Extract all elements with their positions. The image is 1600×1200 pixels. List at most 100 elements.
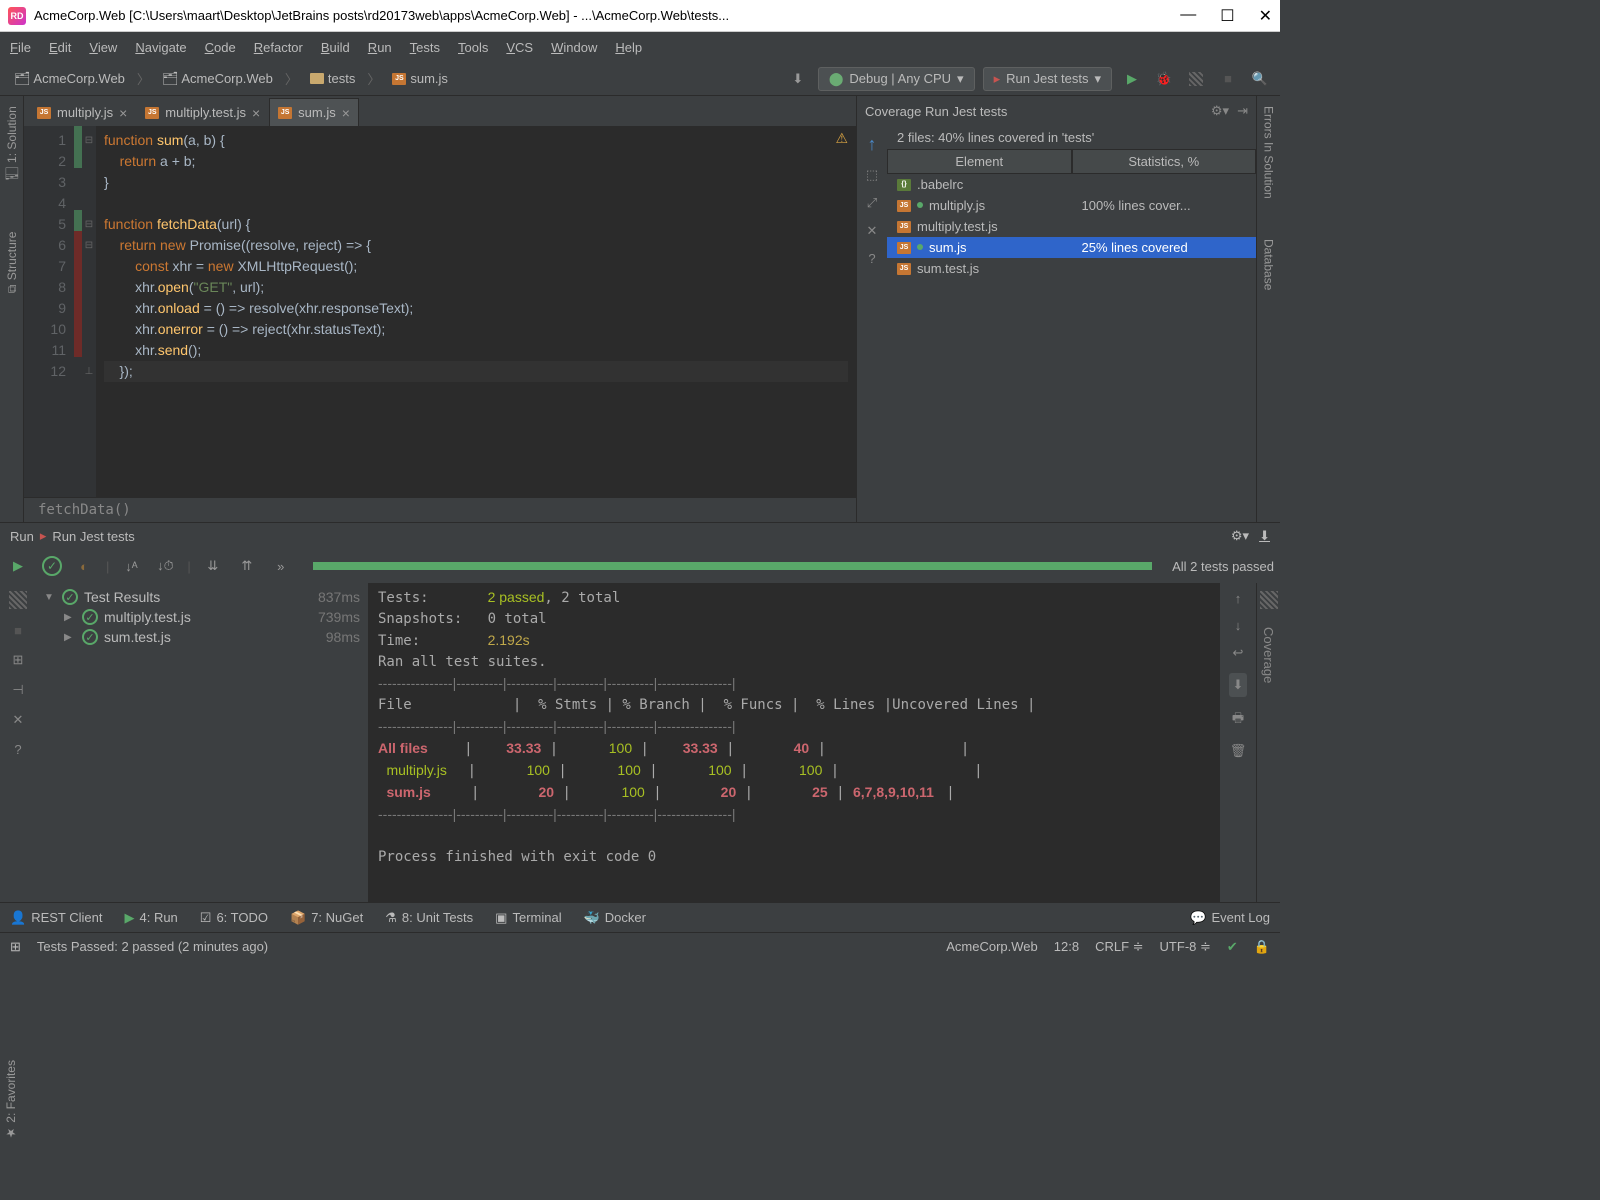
sidebar-tab-structure[interactable]: ⧉ Structure — [5, 232, 19, 293]
bottom-tab-docker[interactable]: 🐳 Docker — [584, 910, 646, 926]
menu-tools[interactable]: Tools — [458, 40, 488, 55]
pin-icon[interactable]: ⊣ — [12, 682, 23, 698]
bottom-tab-nuget[interactable]: 📦 7: NuGet — [290, 910, 363, 926]
test-tree[interactable]: ▼✓Test Results837ms▶✓multiply.test.js739… — [36, 583, 368, 902]
breadcrumb-hint[interactable]: fetchData() — [24, 497, 856, 522]
breadcrumb-item[interactable]: tests — [304, 69, 361, 88]
menu-navigate[interactable]: Navigate — [135, 40, 186, 55]
test-tree-item[interactable]: ▶✓sum.test.js98ms — [40, 627, 364, 647]
trash-icon[interactable]: 🗑 — [1230, 743, 1247, 759]
close-tab-icon[interactable]: × — [119, 105, 127, 121]
sort-alpha-icon[interactable]: ↓ᴬ — [119, 554, 143, 578]
debug-icon[interactable]: 🐞 — [1152, 67, 1176, 91]
status-icon[interactable]: ⊞ — [10, 939, 21, 955]
close-icon[interactable]: ✕ — [1259, 6, 1272, 26]
close-panel-icon[interactable]: ✕ — [867, 223, 878, 239]
rerun-icon[interactable]: ▶ — [6, 554, 30, 578]
menu-help[interactable]: Help — [615, 40, 642, 55]
sort-duration-icon[interactable]: ↓⏱ — [153, 554, 177, 578]
status-project[interactable]: AcmeCorp.Web — [946, 939, 1038, 954]
stop-icon[interactable]: ■ — [1216, 67, 1240, 91]
bottom-tab-run[interactable]: ▶ 4: Run — [124, 910, 177, 926]
editor-tab[interactable]: JSsum.js× — [269, 98, 359, 126]
show-ignored-icon[interactable]: ◐ — [72, 554, 96, 578]
bottom-tab-todo[interactable]: ☑ 6: TODO — [200, 910, 268, 926]
up-arrow-icon[interactable]: ↑ — [868, 134, 877, 155]
coverage-row[interactable]: JS sum.test.js — [887, 258, 1256, 279]
menu-vcs[interactable]: VCS — [506, 40, 533, 55]
editor-tab[interactable]: JSmultiply.js× — [28, 98, 136, 126]
menu-code[interactable]: Code — [205, 40, 236, 55]
coverage-run-icon[interactable] — [1184, 67, 1208, 91]
scroll-to-end-icon[interactable]: ⬇ — [1229, 673, 1248, 697]
flatten-icon[interactable]: ⬚ — [866, 167, 878, 183]
sidebar-tab-solution[interactable]: 🗂 1: Solution — [5, 106, 19, 182]
code-content[interactable]: function sum(a, b) { return a + b;}funct… — [96, 126, 856, 497]
collapse-all-icon[interactable]: ⇈ — [235, 554, 259, 578]
help-icon[interactable]: ? — [868, 251, 875, 266]
menu-file[interactable]: File — [10, 40, 31, 55]
event-log-button[interactable]: 💬 Event Log — [1190, 910, 1270, 926]
gear-icon[interactable]: ⚙▾ — [1231, 528, 1249, 544]
run-config-dropdown[interactable]: ▸ Run Jest tests ▾ — [983, 67, 1112, 91]
expand-all-icon[interactable]: ⇊ — [201, 554, 225, 578]
editor-tab[interactable]: JSmultiply.test.js× — [136, 98, 269, 126]
coverage-row[interactable]: JS multiply.js100% lines cover... — [887, 195, 1256, 216]
menu-run[interactable]: Run — [368, 40, 392, 55]
more-icon[interactable]: » — [269, 554, 293, 578]
test-tree-item[interactable]: ▼✓Test Results837ms — [40, 587, 364, 607]
bottom-tab-unittests[interactable]: ⚗ 8: Unit Tests — [385, 910, 473, 926]
down-icon[interactable]: ↓ — [1235, 618, 1242, 633]
download-icon[interactable]: ⬇ — [1259, 528, 1270, 544]
warning-icon[interactable]: ⚠ — [835, 130, 848, 147]
coverage-row[interactable]: {} .babelrc — [887, 174, 1256, 195]
sidebar-tab-coverage[interactable]: Coverage — [1261, 627, 1276, 683]
bottom-tab-terminal[interactable]: ▣ Terminal — [495, 910, 561, 926]
print-icon[interactable]: 🖶 — [1232, 709, 1244, 731]
sidebar-tab-favorites[interactable]: ★ 2: Favorites — [4, 1060, 18, 1140]
status-encoding[interactable]: UTF-8 ≑ — [1160, 939, 1211, 955]
stop-icon[interactable]: ■ — [14, 623, 22, 638]
breadcrumb-item[interactable]: 🗂 AcmeCorp.Web — [156, 69, 279, 89]
show-passed-icon[interactable]: ✓ — [42, 556, 62, 576]
coverage-row[interactable]: JS multiply.test.js — [887, 216, 1256, 237]
build-config-dropdown[interactable]: ⬤ Debug | Any CPU ▾ — [818, 67, 975, 91]
col-statistics[interactable]: Statistics, % — [1072, 149, 1257, 174]
breadcrumb-item[interactable]: JS sum.js — [386, 69, 454, 88]
maximize-icon[interactable]: ☐ — [1220, 6, 1234, 26]
breadcrumb-item[interactable]: 🗂 AcmeCorp.Web — [8, 69, 131, 89]
lock-icon[interactable]: 🔒 — [1254, 939, 1270, 955]
up-icon[interactable]: ↑ — [1235, 591, 1242, 606]
layout-icon[interactable]: ⊞ — [13, 652, 24, 668]
close-tab-icon[interactable]: × — [252, 105, 260, 121]
inspection-icon[interactable]: ✔ — [1227, 939, 1238, 955]
coverage-icon[interactable] — [9, 591, 27, 609]
status-eol[interactable]: CRLF ≑ — [1095, 939, 1143, 955]
search-icon[interactable]: 🔍 — [1248, 67, 1272, 91]
test-tree-item[interactable]: ▶✓multiply.test.js739ms — [40, 607, 364, 627]
menu-refactor[interactable]: Refactor — [254, 40, 303, 55]
sidebar-tab-database[interactable]: Database — [1262, 239, 1276, 290]
menu-tests[interactable]: Tests — [410, 40, 440, 55]
close-icon[interactable]: ✕ — [13, 712, 24, 728]
menu-edit[interactable]: Edit — [49, 40, 71, 55]
menu-build[interactable]: Build — [321, 40, 350, 55]
hide-panel-icon[interactable]: ⇥ — [1237, 103, 1248, 119]
coverage-gutter-icon[interactable] — [1260, 591, 1278, 609]
test-output[interactable]: Tests: 2 passed, 2 total Snapshots: 0 to… — [368, 583, 1220, 902]
col-element[interactable]: Element — [887, 149, 1072, 174]
gear-icon[interactable]: ⚙▾ — [1211, 103, 1229, 119]
minimize-icon[interactable]: — — [1180, 6, 1196, 26]
sidebar-tab-errors[interactable]: Errors In Solution — [1262, 106, 1276, 199]
bottom-tab-rest[interactable]: 👤 REST Client — [10, 910, 102, 926]
close-tab-icon[interactable]: × — [342, 105, 350, 121]
status-caret-pos[interactable]: 12:8 — [1054, 939, 1079, 954]
wrap-icon[interactable]: ↩ — [1233, 645, 1244, 661]
help-icon[interactable]: ? — [14, 742, 21, 757]
menu-view[interactable]: View — [89, 40, 117, 55]
build-icon[interactable]: ⬇ — [786, 67, 810, 91]
coverage-row[interactable]: JS sum.js25% lines covered — [887, 237, 1256, 258]
code-editor[interactable]: 123456789101112 ⊟⊟⊟⊥ function sum(a, b) … — [24, 126, 856, 497]
menu-window[interactable]: Window — [551, 40, 597, 55]
run-icon[interactable]: ▶ — [1120, 67, 1144, 91]
